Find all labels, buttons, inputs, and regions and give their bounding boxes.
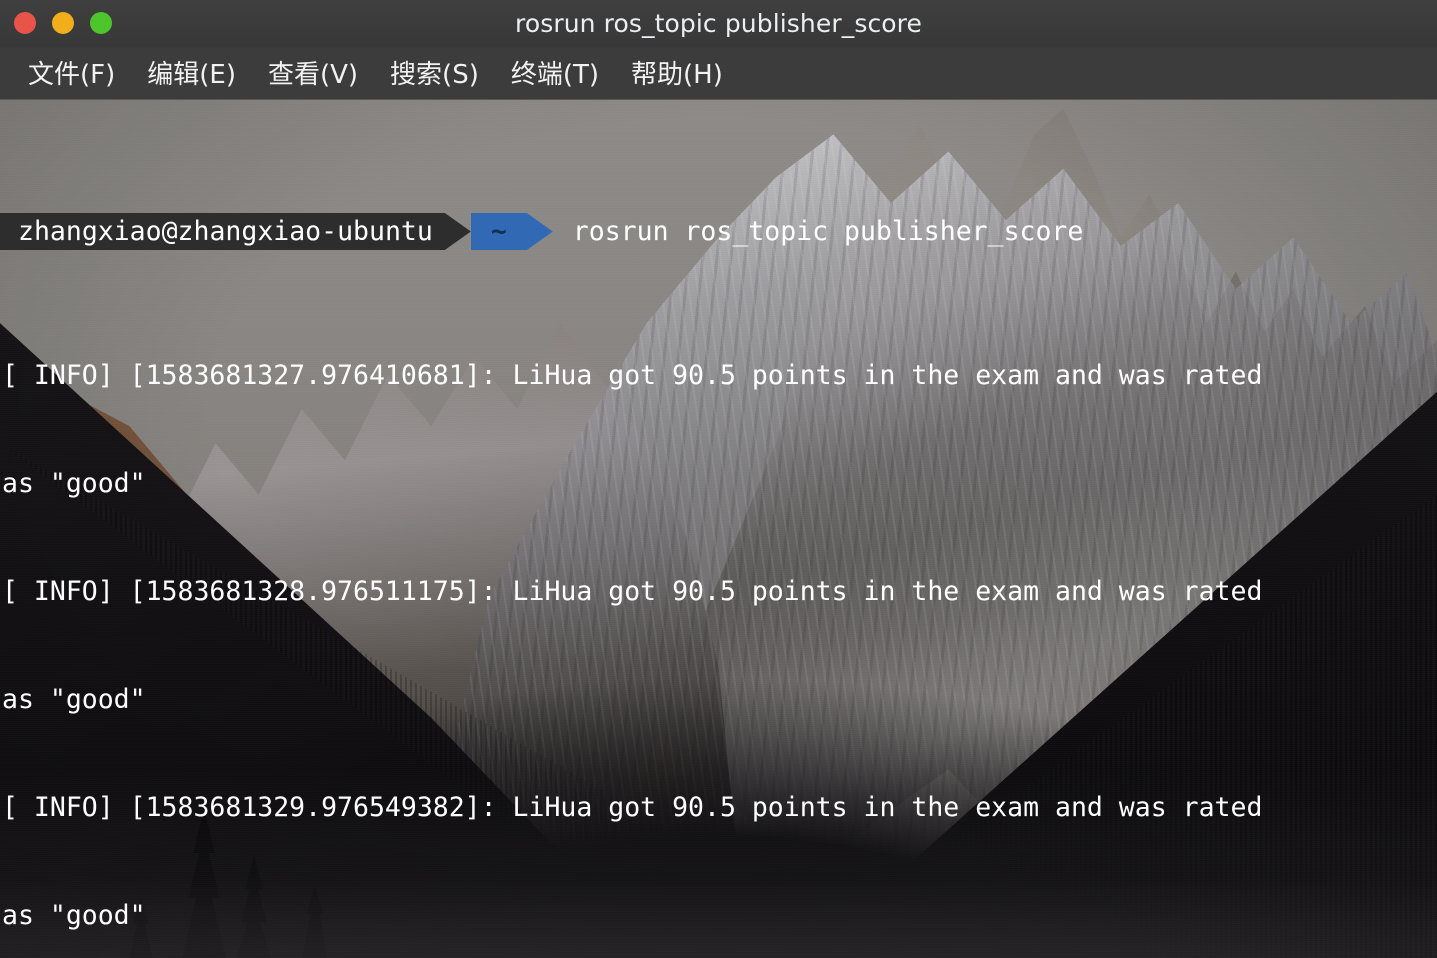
menu-item-search[interactable]: 搜索(S) xyxy=(374,52,495,95)
prompt-user-host: zhangxiao@zhangxiao-ubuntu xyxy=(0,213,445,250)
menu-item-help[interactable]: 帮助(H) xyxy=(615,52,739,95)
terminal-screen[interactable]: zhangxiao@zhangxiao-ubuntu ~ rosrun ros_… xyxy=(0,100,1437,958)
prompt-path: ~ xyxy=(470,213,527,250)
menu-item-terminal[interactable]: 终端(T) xyxy=(495,52,615,95)
terminal-window: rosrun ros_topic publisher_score 文件(F) 编… xyxy=(0,0,1437,958)
log-line-wrap: as "good" xyxy=(2,684,146,715)
log-line-wrap: as "good" xyxy=(2,468,146,499)
log-line: [ INFO] [1583681329.976549382]: LiHua go… xyxy=(2,792,1263,823)
log-line: [ INFO] [1583681328.976511175]: LiHua go… xyxy=(2,576,1263,607)
log-line-wrap: as "good" xyxy=(2,900,146,931)
menu-item-file[interactable]: 文件(F) xyxy=(12,52,131,95)
window-title: rosrun ros_topic publisher_score xyxy=(515,9,922,38)
prompt-separator-icon xyxy=(444,213,471,250)
prompt-separator-icon xyxy=(526,213,553,250)
shell-prompt: zhangxiao@zhangxiao-ubuntu ~ rosrun ros_… xyxy=(0,213,1437,250)
menu-item-edit[interactable]: 编辑(E) xyxy=(131,52,252,95)
menu-bar: 文件(F) 编辑(E) 查看(V) 搜索(S) 终端(T) 帮助(H) xyxy=(0,48,1437,100)
log-line: [ INFO] [1583681327.976410681]: LiHua go… xyxy=(2,360,1263,391)
title-bar: rosrun ros_topic publisher_score xyxy=(0,0,1437,48)
menu-item-view[interactable]: 查看(V) xyxy=(252,52,374,95)
command-text: rosrun ros_topic publisher_score xyxy=(572,215,1084,247)
terminal-body[interactable]: zhangxiao@zhangxiao-ubuntu ~ rosrun ros_… xyxy=(0,100,1437,958)
